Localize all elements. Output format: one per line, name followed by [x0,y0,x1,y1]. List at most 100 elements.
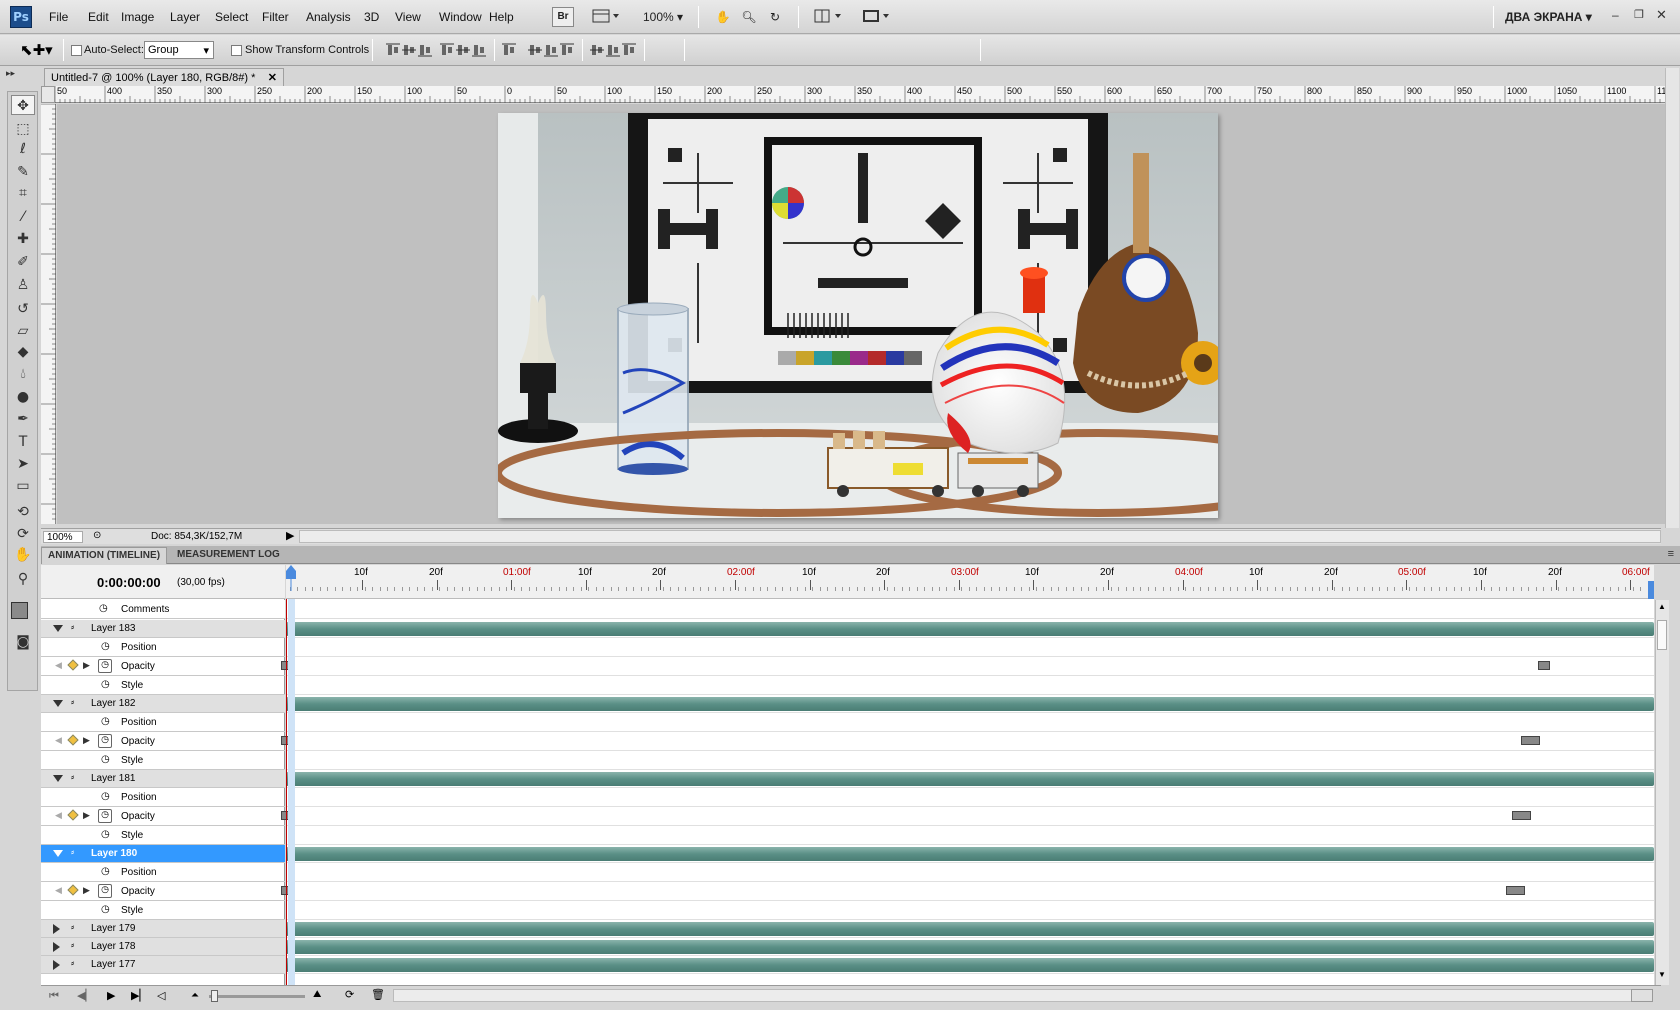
onion-skin-icon[interactable]: ⟳ [345,988,354,1001]
property-row[interactable]: ◷ Style [41,826,285,845]
view-extras-button[interactable] [590,7,620,27]
layer-row[interactable]: ⸗ Layer 183 [41,620,285,638]
current-time[interactable]: 0:00:00:00 [97,575,161,590]
stopwatch-icon[interactable]: ◷ [101,904,110,915]
scroll-up-icon[interactable]: ▲ [1658,602,1666,611]
close-tab-icon[interactable]: ✕ [268,71,277,84]
zoom-in-timeline-icon[interactable]: ⛰ [313,989,321,1000]
property-track[interactable] [286,751,1654,770]
property-row[interactable]: ◷ Style [41,751,285,770]
property-row[interactable]: ◷ Style [41,901,285,920]
path-select-tool-icon[interactable]: ➤ [11,454,35,474]
collapse-triangle-icon[interactable] [53,700,63,707]
keyframe-diamond-icon[interactable] [67,884,79,896]
work-area-start-icon[interactable] [286,565,296,599]
keyframe-end[interactable] [1521,736,1540,745]
bridge-button[interactable]: Br [552,7,574,27]
layer-row[interactable]: ⸗ Layer 181 [41,770,285,788]
quick-select-tool-icon[interactable]: ✎ [11,162,35,182]
stopwatch-icon[interactable]: ◷ [101,791,110,802]
crop-tool-icon[interactable]: ⌗ [11,183,35,203]
align-hcenter-icon[interactable] [456,43,470,60]
distribute-right-icon[interactable] [606,43,620,60]
property-track[interactable] [286,638,1654,657]
layer-row[interactable]: ⸗ Layer 179 [41,920,285,938]
keyframe-diamond-icon[interactable] [67,734,79,746]
move-tool-preset-icon[interactable]: ⬉✚▾ [20,41,53,59]
property-row[interactable]: ◷ Position [41,638,285,657]
layer-duration-bar[interactable] [286,940,1654,954]
prev-keyframe-icon[interactable]: ◀ [55,810,62,821]
hand-tool-icon[interactable]: ✋ [11,545,35,565]
layer-duration-bar[interactable] [286,697,1654,711]
zoom-out-timeline-icon[interactable]: ⏶ [191,990,199,1001]
move-tool-icon[interactable]: ✥ [11,95,35,115]
tab-animation-timeline[interactable]: ANIMATION (TIMELINE) [41,547,168,564]
menu-filter[interactable]: Filter [262,10,289,24]
lasso-tool-icon[interactable]: ℓ [11,139,35,159]
scroll-down-icon[interactable]: ▼ [1658,970,1666,979]
align-left-icon[interactable] [440,43,454,60]
menu-file[interactable]: File [49,10,68,24]
menu-3d[interactable]: 3D [364,10,379,24]
scroll-thumb[interactable] [1657,620,1667,650]
keyframe-diamond-icon[interactable] [67,659,79,671]
collapse-triangle-icon[interactable] [53,625,63,632]
menu-analysis[interactable]: Analysis [306,10,351,24]
comments-row[interactable]: ◷ Comments [41,600,285,619]
menu-view[interactable]: View [395,10,421,24]
property-track[interactable] [286,713,1654,732]
distribute-left-icon[interactable] [560,43,574,60]
align-top-icon[interactable] [386,43,400,60]
prev-keyframe-icon[interactable]: ◀ [55,885,62,896]
next-keyframe-icon[interactable]: ▶ [83,885,90,896]
layer-track[interactable] [286,620,1654,638]
workspace-switcher[interactable]: ДВА ЭКРАНА ▾ [1505,10,1592,24]
layer-track[interactable] [286,845,1654,863]
menu-window[interactable]: Window [439,10,482,24]
pen-tool-icon[interactable]: ✒ [11,409,35,429]
keyframe-end[interactable] [1512,811,1531,820]
collapse-triangle-icon[interactable] [53,850,63,857]
prev-keyframe-icon[interactable]: ◀ [55,735,62,746]
rotate-view-icon[interactable]: ↻ [764,7,786,27]
close-icon[interactable]: ✕ [1656,7,1667,23]
layer-row[interactable]: ⸗ Layer 178 [41,938,285,956]
layer-track[interactable] [286,956,1654,974]
property-track[interactable] [286,676,1654,695]
zoom-level-dropdown[interactable]: 100% ▾ [640,7,686,27]
stopwatch-active-icon[interactable]: ◷ [98,734,112,748]
eraser-tool-icon[interactable]: ▱ [11,321,35,341]
layer-duration-bar[interactable] [286,958,1654,972]
brush-tool-icon[interactable]: ✐ [11,252,35,272]
document-canvas-image[interactable] [498,113,1218,518]
paint-bucket-tool-icon[interactable]: ◆ [11,342,35,362]
delete-icon[interactable]: 🗑︎ [371,988,385,1001]
collapse-triangle-icon[interactable] [53,775,63,782]
stopwatch-active-icon[interactable]: ◷ [98,659,112,673]
current-time-indicator[interactable] [286,599,287,985]
auto-align-icon[interactable] [622,43,636,60]
stopwatch-icon[interactable]: ◷ [101,641,110,652]
align-bottom-icon[interactable] [418,43,432,60]
layer-track[interactable] [286,938,1654,956]
property-track[interactable] [281,732,1654,751]
menu-select[interactable]: Select [215,10,248,24]
show-transform-checkbox[interactable] [231,45,242,56]
timeline-scroll-thumb[interactable] [1631,989,1653,1002]
distribute-top-icon[interactable] [502,43,516,60]
first-frame-icon[interactable]: ⏮ [49,989,59,1003]
layer-row[interactable]: ⸗ Layer 182 [41,695,285,713]
auto-select-dropdown[interactable]: Group ▾ [144,41,214,59]
keyframe-end[interactable] [1506,886,1525,895]
marquee-tool-icon[interactable]: ⬚ [11,119,35,139]
distribute-bottom-icon[interactable] [544,43,558,60]
timeline-zoom-slider-thumb[interactable] [211,990,218,1002]
audio-icon[interactable]: ◁ [157,989,165,1002]
menu-help[interactable]: Help [489,10,514,24]
next-keyframe-icon[interactable]: ▶ [83,810,90,821]
property-row[interactable]: ◷ Style [41,676,285,695]
arrange-documents-button[interactable] [812,7,848,27]
timeline-zoom-slider[interactable] [209,995,305,998]
next-keyframe-icon[interactable]: ▶ [83,735,90,746]
